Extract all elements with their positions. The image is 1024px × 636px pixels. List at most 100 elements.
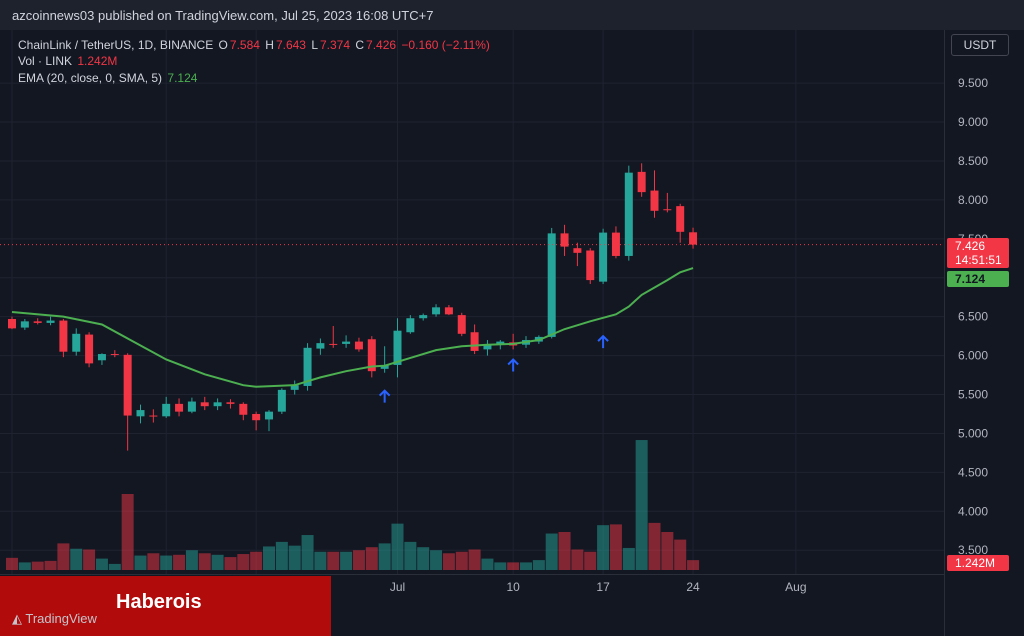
volume-bar	[404, 541, 417, 570]
high-value: 7.643	[275, 38, 306, 52]
legend-symbol-row[interactable]: ChainLink / TetherUS, 1D, BINANCE O 7.584…	[18, 38, 492, 52]
candle-body	[689, 232, 698, 245]
volume-bar	[417, 547, 430, 570]
candle-body	[110, 354, 119, 356]
price-tick-label: 9.500	[958, 76, 988, 90]
volume-bar	[18, 562, 31, 570]
volume-bar	[365, 547, 378, 570]
volume-bar	[455, 551, 468, 570]
volume-bar	[520, 562, 532, 570]
volume-bar	[57, 543, 70, 570]
volume-bar	[198, 553, 211, 570]
volume-bar	[6, 557, 18, 570]
candle-body	[277, 389, 286, 412]
candle-body	[406, 318, 415, 333]
volume-tag: 1.242M	[947, 555, 1009, 571]
ema-line	[11, 267, 694, 388]
volume-bar	[224, 557, 237, 570]
candle-body	[599, 232, 608, 282]
volume-bar	[31, 561, 44, 570]
volume-bar	[352, 550, 365, 570]
volume-bar	[635, 440, 648, 570]
candle-body	[354, 341, 363, 350]
legend-ema-row[interactable]: EMA (20, close, 0, SMA, 5) 7.124	[18, 71, 199, 85]
volume-bar	[237, 554, 250, 570]
volume-bar	[173, 554, 186, 570]
volume-bar	[622, 547, 635, 570]
candle-body	[226, 402, 235, 404]
candle-body	[444, 307, 453, 315]
tradingview-logo-icon: ◭	[12, 611, 22, 626]
close-value: 7.426	[366, 38, 397, 52]
candle-body	[573, 248, 582, 253]
time-tick-label: Aug	[785, 580, 806, 594]
ema-price-tag: 7.124	[947, 271, 1009, 287]
time-tick-label: 17	[596, 580, 610, 594]
candle-body	[265, 411, 273, 420]
high-key: H	[265, 38, 274, 52]
volume-bar	[558, 532, 571, 570]
volume-bar	[160, 555, 173, 570]
publish-header: azcoinnews03 published on TradingView.co…	[0, 0, 1024, 31]
time-tick-label: 10	[506, 580, 520, 594]
candle-body	[8, 319, 16, 329]
volume-bar	[134, 555, 147, 570]
candle-body	[676, 206, 685, 232]
candle-body	[342, 341, 351, 344]
last-price-tag: 7.426 14:51:51	[947, 238, 1009, 268]
candle-body	[419, 315, 428, 319]
open-value: 7.584	[229, 38, 260, 52]
time-tick-label: 24	[686, 580, 700, 594]
chart-frame: 9.5009.0008.5008.0007.5007.0006.5006.000…	[0, 30, 1024, 636]
price-tick-label: 5.000	[958, 426, 988, 440]
volume-bar	[44, 560, 57, 570]
volume-bar	[597, 525, 610, 570]
legend-volume-row[interactable]: Vol · LINK 1.242M	[18, 54, 119, 68]
arrow-up-icon	[378, 389, 391, 403]
currency-button[interactable]: USDT	[951, 34, 1009, 56]
volume-bar	[95, 558, 108, 570]
volume-bar	[481, 558, 494, 570]
volume-bar	[442, 553, 455, 570]
candle-body	[329, 343, 338, 345]
arrow-up-icon	[597, 334, 609, 349]
candle-body	[432, 307, 441, 315]
volume-bar	[185, 550, 198, 570]
price-tick-label: 9.000	[958, 115, 988, 129]
ema-label: EMA (20, close, 0, SMA, 5)	[18, 71, 163, 85]
volume-bar	[545, 533, 558, 570]
close-key: C	[355, 38, 365, 52]
candle-body	[547, 233, 556, 337]
candle-body	[650, 190, 659, 211]
volume-bar	[494, 562, 507, 570]
candle-body	[637, 171, 646, 193]
price-tick-label: 5.500	[958, 388, 988, 402]
tradingview-watermark-text: TradingView	[25, 611, 97, 626]
symbol-label: ChainLink / TetherUS, 1D, BINANCE	[18, 38, 214, 52]
volume-bar	[648, 522, 661, 570]
candle-body	[213, 402, 222, 407]
brand-name: Haberois	[116, 591, 202, 613]
volume-value: 1.242M	[77, 54, 118, 68]
volume-bar	[378, 543, 391, 570]
volume-bar	[250, 551, 263, 570]
candle-body	[85, 334, 94, 364]
volume-label: Vol · LINK	[18, 54, 73, 68]
volume-bar	[301, 535, 314, 570]
volume-bar	[70, 548, 83, 570]
volume-bar	[327, 551, 340, 570]
candle-body	[136, 410, 145, 417]
volume-bar	[83, 549, 96, 570]
candle-body	[33, 321, 42, 323]
price-tick-label: 8.500	[958, 154, 988, 168]
candle-body	[200, 402, 209, 407]
candle-body	[611, 232, 620, 256]
candle-countdown: 14:51:51	[955, 253, 1002, 267]
price-axis-labels: 9.5009.0008.5008.0007.5007.0006.5006.000…	[958, 76, 988, 557]
volume-bar	[121, 494, 134, 570]
candle-body	[586, 250, 595, 281]
volume-bar	[211, 554, 224, 570]
candlestick-chart[interactable]: 9.5009.0008.5008.0007.5007.0006.5006.000…	[0, 30, 1024, 636]
candle-body	[46, 320, 55, 323]
candle-body	[252, 413, 261, 421]
